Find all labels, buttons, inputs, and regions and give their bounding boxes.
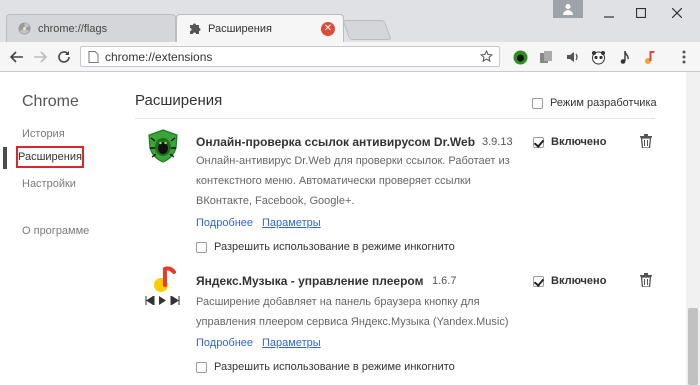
panda-extension-icon[interactable] — [590, 49, 606, 65]
description-line: ВКонтакте, Facebook, Google+. — [196, 195, 355, 207]
incognito-label: Разрешить использование в режиме инкогни… — [214, 361, 455, 373]
options-link[interactable]: Параметры — [262, 337, 321, 349]
tab-label: chrome://flags — [38, 22, 108, 35]
browser-toolbar: chrome://extensions — [0, 42, 700, 72]
puzzle-icon — [187, 22, 201, 36]
profile-button[interactable] — [553, 0, 583, 18]
sidebar-title: Chrome — [22, 93, 79, 110]
extension-name: Онлайн-проверка ссылок антивирусом Dr.We… — [196, 135, 476, 149]
radiation-icon — [17, 22, 31, 36]
options-link[interactable]: Параметры — [262, 217, 321, 229]
sound-extension-icon[interactable] — [564, 49, 580, 65]
enabled-label: Включено — [551, 136, 607, 148]
incognito-checkbox[interactable] — [196, 241, 207, 253]
drweb-extension-icon[interactable] — [512, 49, 528, 65]
details-link[interactable]: Подробнее — [196, 217, 253, 229]
music-note-extension-icon[interactable] — [616, 49, 632, 65]
maximize-icon — [636, 8, 646, 18]
address-bar[interactable]: chrome://extensions — [80, 46, 500, 67]
active-item-marker — [3, 147, 7, 169]
sidebar-item-about[interactable]: О программе — [22, 225, 89, 237]
enabled-checkbox[interactable] — [533, 136, 544, 148]
extension-description: Расширение добавляет на панель браузера … — [196, 292, 516, 332]
trash-icon[interactable] — [640, 134, 654, 149]
reload-button[interactable] — [55, 48, 73, 66]
incognito-toggle[interactable]: Разрешить использование в режиме инкогни… — [196, 241, 455, 253]
enabled-checkbox[interactable] — [533, 275, 544, 287]
dev-mode-toggle[interactable]: Режим разработчика — [532, 97, 657, 109]
extension-name: Яндекс.Музыка - управление плеером — [196, 274, 424, 288]
more-vert-icon — [682, 50, 686, 64]
description-line: Расширение добавляет на панель браузера … — [196, 296, 480, 308]
tab-label: Расширения — [208, 22, 272, 35]
dev-mode-checkbox[interactable] — [532, 97, 543, 109]
tab-flags[interactable]: chrome://flags — [6, 14, 176, 42]
yandex-music-extension-icon[interactable] — [642, 49, 658, 65]
drweb-logo — [145, 128, 181, 164]
page-icon — [88, 51, 99, 63]
enabled-toggle[interactable]: Включено — [533, 275, 606, 287]
incognito-label: Разрешить использование в режиме инкогни… — [214, 241, 455, 253]
url-text: chrome://extensions — [105, 49, 213, 64]
forward-button[interactable] — [31, 48, 49, 66]
extension-description: Онлайн-антивирус Dr.Web для проверки ссы… — [196, 151, 516, 211]
enabled-toggle[interactable]: Включено — [533, 136, 606, 148]
player-controls-icon — [145, 295, 181, 308]
minimize-icon — [604, 16, 614, 18]
sidebar-item-extensions[interactable]: Расширения — [16, 146, 84, 168]
yandex-music-logo — [150, 264, 180, 294]
new-tab-button[interactable] — [342, 20, 392, 40]
back-arrow-icon — [10, 51, 23, 63]
description-line: управления плеером сервиса Яндекс.Музыка… — [196, 316, 509, 328]
dev-mode-label: Режим разработчика — [550, 97, 657, 109]
trash-icon[interactable] — [640, 273, 654, 288]
description-line: контекстного меню. Автоматически проверя… — [196, 175, 471, 187]
extension-version: 1.6.7 — [432, 275, 457, 287]
bookmark-star-icon[interactable] — [480, 50, 493, 63]
details-link[interactable]: Подробнее — [196, 337, 253, 349]
maximize-button[interactable] — [624, 0, 658, 26]
reload-icon — [58, 51, 70, 63]
enabled-label: Включено — [551, 275, 607, 287]
scrollbar-thumb[interactable] — [688, 308, 698, 385]
tab-extensions[interactable]: Расширения ✕ — [176, 14, 344, 42]
sidebar-item-settings[interactable]: Настройки — [22, 178, 76, 190]
user-icon — [563, 4, 573, 15]
sidebar-item-history[interactable]: История — [22, 128, 65, 140]
incognito-checkbox[interactable] — [196, 361, 207, 373]
incognito-toggle[interactable]: Разрешить использование в режиме инкогни… — [196, 361, 455, 373]
minimize-button[interactable] — [592, 0, 626, 26]
copy-extension-icon[interactable] — [538, 49, 554, 65]
extension-version: 3.9.13 — [482, 136, 513, 148]
page-title: Расширения — [135, 92, 223, 109]
menu-button[interactable] — [676, 49, 692, 65]
back-button[interactable] — [8, 48, 26, 66]
close-tab-icon[interactable]: ✕ — [321, 22, 335, 36]
description-line: Онлайн-антивирус Dr.Web для проверки ссы… — [196, 155, 510, 167]
title-bar: chrome://flags Расширения ✕ — [0, 0, 700, 42]
close-icon — [672, 8, 682, 18]
close-window-button[interactable] — [660, 0, 694, 26]
divider — [135, 118, 655, 119]
forward-arrow-icon — [34, 51, 47, 63]
